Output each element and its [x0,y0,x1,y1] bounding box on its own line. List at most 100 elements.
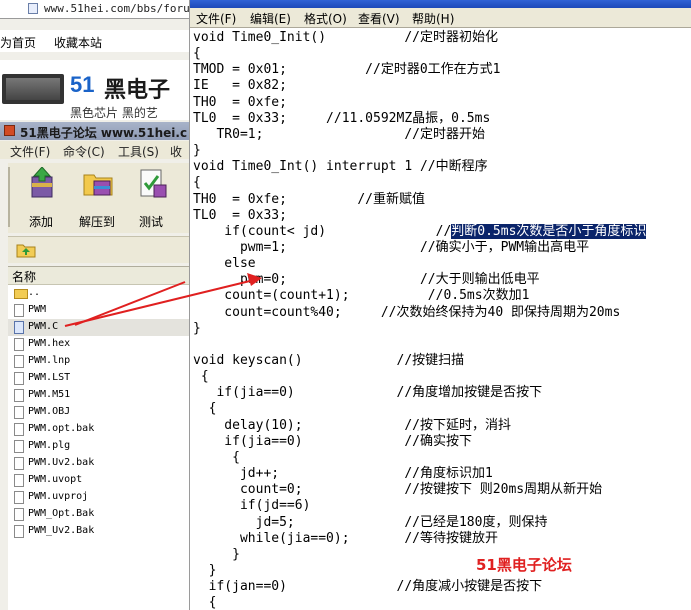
code-line: if(count< jd) //判断0.5ms次数是否小于角度标识 [193,223,647,240]
file-name: PWM.lnp [28,355,71,366]
file-icon [14,491,24,504]
code-line: count=(count+1); //0.5ms次数加1 [193,288,530,304]
add-label: 添加 [28,215,53,229]
notepad-menu-bar: 文件(F) 编辑(E) 格式(O) 查看(V) 帮助(H) [190,8,691,28]
code-line: { [193,449,240,465]
browser-url[interactable]: www.51hei.com/bbs/forum [44,2,189,15]
menu-file[interactable]: 文件(F) [10,143,50,160]
code-line: else [193,256,256,272]
file-row[interactable]: PWM.M51 [8,387,189,404]
code-line: TH0 = 0xfe; [193,94,287,110]
np-menu-view[interactable]: 查看(V) [358,10,400,27]
file-row[interactable]: PWM.lnp [8,353,189,370]
up-folder-icon[interactable] [16,242,36,258]
notepad-window: 文件(F) 编辑(E) 格式(O) 查看(V) 帮助(H) void Time0… [189,0,691,610]
code-line: } [193,320,201,336]
code-line: while(jia==0); //等待按键放开 [193,530,498,546]
file-icon [14,406,24,419]
file-icon [14,372,24,385]
np-menu-edit[interactable]: 编辑(E) [250,10,291,27]
code-line: { [193,595,217,610]
column-header-label: 名称 [12,270,37,284]
file-row[interactable]: PWM [8,302,189,319]
archive-toolbar: 添加 解压到 测试 [8,163,189,233]
file-row[interactable]: PWM.plg [8,438,189,455]
file-row[interactable]: PWM.OBJ [8,404,189,421]
test-button[interactable]: 测试 [126,163,176,233]
file-row[interactable]: PWM.hex [8,336,189,353]
menu-tools[interactable]: 工具(S) [118,143,159,160]
code-line: void Time0_Init() //定时器初始化 [193,30,498,45]
code-line: void Time0_Int() interrupt 1 //中断程序 [193,159,488,175]
file-icon [14,457,24,470]
add-button[interactable]: 添加 [16,163,66,233]
notepad-title-bar[interactable] [190,0,691,8]
code-line: if(jan==0) //角度减小按键是否按下 [193,579,543,595]
archive-menu-bar: 文件(F) 命令(C) 工具(S) 收 [0,141,189,159]
file-icon [14,304,24,317]
column-header-name[interactable]: 名称 [8,267,189,285]
app-icon [4,125,15,136]
browser-address-bar[interactable]: www.51hei.com/bbs/forum [0,0,189,19]
file-icon [14,389,24,402]
banner-subtitle: 黑色芯片 黑的艺 [70,106,158,120]
menu-favorites[interactable]: 收 [170,143,182,160]
archive-nav-bar [8,236,189,263]
set-home-link[interactable]: 为首页 [0,34,36,51]
file-icon [14,355,24,368]
selected-text: 判断0.5ms次数是否小于角度标识 [451,223,647,239]
code-line: { [193,175,201,191]
file-icon [14,474,24,487]
file-name: PWM.plg [28,440,71,451]
file-row[interactable]: PWM_Uv2.Bak [8,523,189,540]
file-row[interactable]: PWM.C [8,319,189,336]
file-name: PWM_Uv2.Bak [28,525,95,536]
code-line: jd++; //角度标识加1 [193,466,493,482]
code-line: TL0 = 0x33; //11.0592MZ晶振，0.5ms [193,110,491,126]
logo-number: 51 [70,72,95,97]
file-name: PWM.uvproj [28,491,89,502]
file-row[interactable]: PWM.Uv2.bak [8,455,189,472]
file-row[interactable]: .. [8,285,189,302]
code-line: } [193,562,217,578]
file-row[interactable]: PWM.LST [8,370,189,387]
code-line: IE = 0x82; [193,78,287,94]
file-name: PWM.uvopt [28,474,83,485]
extract-button[interactable]: 解压到 [72,163,122,233]
file-name: PWM.opt.bak [28,423,95,434]
code-line: { [193,46,201,62]
file-name: PWM.LST [28,372,71,383]
code-line: { [193,369,209,385]
archive-title-bar[interactable]: 51黑电子论坛 www.51hei.c [0,122,189,140]
code-line: { [193,401,217,417]
code-editor[interactable]: void Time0_Init() //定时器初始化{TMOD = 0x01; … [193,30,691,610]
folder-icon [14,289,28,299]
code-line: TMOD = 0x01; //定时器0工作在方式1 [193,62,501,78]
np-menu-help[interactable]: 帮助(H) [412,10,454,27]
logo-text: 黑电子 [104,78,171,103]
file-icon [14,525,24,538]
file-row[interactable]: PWM.uvproj [8,489,189,506]
code-line: void keyscan() //按键扫描 [193,353,465,368]
file-icon [14,423,24,436]
file-icon [14,321,24,334]
chip-logo-icon [2,74,64,104]
add-archive-icon [31,167,53,198]
code-line: if(jia==0) //确实按下 [193,433,472,449]
file-row[interactable]: PWM.opt.bak [8,421,189,438]
file-name: PWM.OBJ [28,406,71,417]
file-name: PWM [28,304,47,315]
code-line: count=0; //按键按下 则20ms周期从新开始 [193,482,603,498]
np-menu-format[interactable]: 格式(O) [304,10,347,27]
np-menu-file[interactable]: 文件(F) [196,10,236,27]
extract-icon [83,174,113,196]
file-row[interactable]: PWM.uvopt [8,472,189,489]
file-name: .. [28,287,41,298]
bookmark-link[interactable]: 收藏本站 [54,34,102,51]
code-line: } [193,143,201,159]
file-icon [14,508,24,521]
file-row[interactable]: PWM_Opt.Bak [8,506,189,523]
code-line: TR0=1; //定时器开始 [193,126,485,142]
site-banner: 51 黑电子 黑色芯片 黑的艺 [0,60,189,120]
menu-command[interactable]: 命令(C) [63,143,105,160]
